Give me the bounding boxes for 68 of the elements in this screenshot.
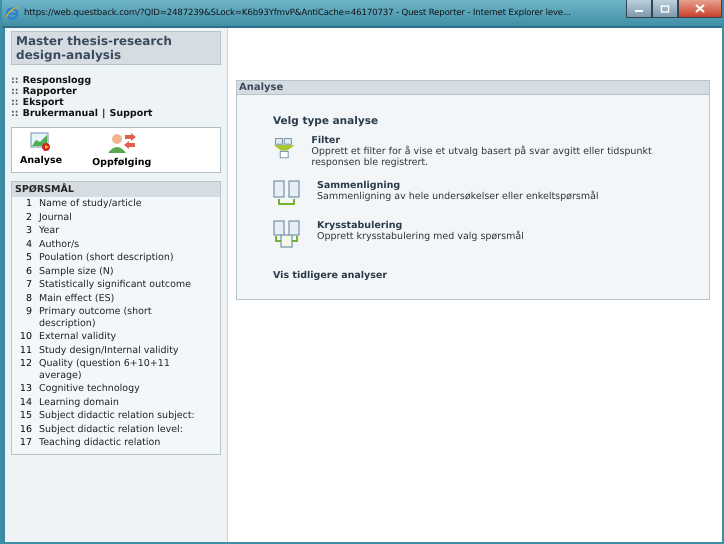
panel-title: Analyse bbox=[237, 81, 709, 95]
question-item[interactable]: Name of study/article bbox=[39, 198, 142, 210]
link-bullet: :: bbox=[11, 75, 19, 86]
analysis-type-link[interactable]: Krysstabulering bbox=[317, 220, 524, 231]
question-item[interactable]: Learning domain bbox=[39, 396, 119, 408]
question-number: 9 bbox=[24, 306, 33, 319]
sidebar-link[interactable]: Support bbox=[109, 108, 152, 119]
sidebar-link[interactable]: Brukermanual bbox=[22, 108, 98, 119]
sidebar-link[interactable]: Eksport bbox=[22, 97, 64, 108]
question-number: 12 bbox=[18, 358, 33, 371]
question-item[interactable]: Poulation (short description) bbox=[39, 252, 174, 264]
close-button[interactable] bbox=[678, 0, 722, 18]
question-item[interactable]: Sample size (N) bbox=[39, 266, 114, 277]
question-item[interactable]: Subject didactic relation subject: bbox=[39, 410, 195, 422]
question-number: 13 bbox=[18, 383, 33, 394]
question-item[interactable]: Statistically significant outcome bbox=[39, 279, 191, 290]
previous-analyses-link[interactable]: Vis tidligere analyser bbox=[273, 270, 679, 281]
question-item[interactable]: Teaching didactic relation bbox=[39, 437, 160, 448]
question-item[interactable]: Study design/Internal validity bbox=[39, 344, 179, 356]
question-item[interactable]: Author/s bbox=[39, 238, 80, 250]
maximize-icon bbox=[660, 4, 670, 12]
question-item[interactable]: Primary outcome (short description) bbox=[39, 306, 199, 329]
tool-button[interactable]: Analyse bbox=[20, 132, 62, 168]
browser-icon bbox=[5, 6, 19, 20]
question-item[interactable]: Cognitive technology bbox=[39, 383, 140, 394]
link-bullet: :: bbox=[11, 97, 19, 108]
analysis-type-link[interactable]: Filter bbox=[311, 135, 679, 146]
question-number: 16 bbox=[18, 424, 33, 435]
link-bullet: :: bbox=[11, 108, 19, 119]
question-number: 4 bbox=[24, 238, 33, 250]
window-title: https://web.questback.com/?QID=2487239&SLock=K6b93YfmvP&AntiCache=46170737 - Quest Reporter - Internet Explorer leve... bbox=[24, 8, 572, 18]
analysis-type-link[interactable]: Sammenligning bbox=[317, 180, 599, 191]
chart-icon bbox=[30, 132, 52, 152]
compare-tables-icon bbox=[273, 180, 301, 208]
question-number: 1 bbox=[24, 198, 33, 210]
question-number: 17 bbox=[18, 437, 33, 448]
question-item[interactable]: Main effect (ES) bbox=[39, 292, 114, 304]
tool-button[interactable]: Oppfølging bbox=[92, 132, 152, 168]
close-icon bbox=[695, 4, 705, 13]
sidebar-link[interactable]: Rapporter bbox=[22, 86, 77, 97]
person-arrows-icon bbox=[106, 132, 137, 154]
questions-heading: SPØRSMÅL bbox=[12, 182, 220, 197]
crosstab-icon bbox=[273, 220, 301, 248]
question-item[interactable]: Year bbox=[39, 225, 60, 236]
question-item[interactable]: Subject didactic relation level: bbox=[39, 424, 183, 435]
analysis-type-description: Opprett et filter for å vise et utvalg basert på svar avgitt eller tidspunkt responsen ble registrert. bbox=[311, 146, 653, 168]
question-number: 15 bbox=[18, 410, 33, 422]
link-separator: | bbox=[102, 108, 106, 119]
question-number: 14 bbox=[18, 396, 33, 408]
question-number: 5 bbox=[24, 252, 33, 264]
survey-title: Master thesis-research design-analysis bbox=[11, 31, 221, 65]
analysis-type-description: Opprett krysstabulering med valg spørsmål bbox=[317, 231, 524, 242]
section-heading: Velg type analyse bbox=[273, 115, 380, 127]
minimize-button[interactable] bbox=[626, 0, 652, 18]
question-item[interactable]: Quality (question 6+10+11 average) bbox=[39, 358, 199, 381]
question-number: 8 bbox=[24, 292, 33, 304]
question-number: 11 bbox=[18, 344, 33, 356]
question-item[interactable]: Journal bbox=[39, 212, 72, 223]
question-number: 6 bbox=[24, 266, 33, 277]
question-number: 2 bbox=[24, 212, 33, 223]
question-item[interactable]: External validity bbox=[39, 331, 116, 342]
analysis-type-description: Sammenligning av hele undersøkelser eller enkeltspørsmål bbox=[317, 191, 599, 202]
link-bullet: :: bbox=[11, 86, 19, 97]
question-number: 3 bbox=[24, 225, 33, 236]
maximize-button[interactable] bbox=[652, 0, 678, 18]
question-number: 7 bbox=[24, 279, 33, 290]
question-number: 10 bbox=[18, 331, 33, 342]
sidebar-link[interactable]: Responslogg bbox=[22, 75, 92, 86]
